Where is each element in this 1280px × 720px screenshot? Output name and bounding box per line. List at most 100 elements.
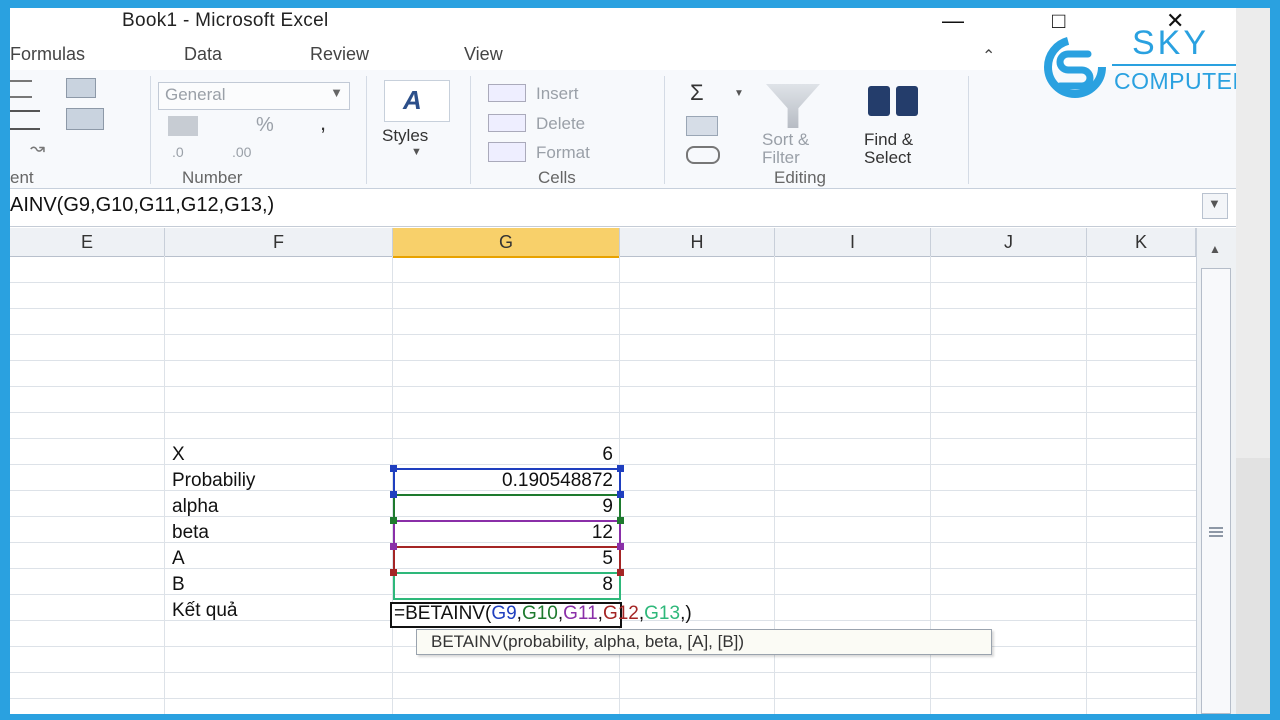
find-select-line1[interactable]: Find & <box>864 130 913 150</box>
styles-label: Styles <box>382 126 429 145</box>
grid-line <box>10 412 1196 413</box>
formula-text[interactable]: AINV(G9,G10,G11,G12,G13,) <box>10 194 274 217</box>
formula-expand-button[interactable]: ▼ <box>1202 193 1228 219</box>
ref-handle[interactable] <box>617 569 624 576</box>
col-header-f[interactable]: F <box>165 228 393 256</box>
indent-icon[interactable] <box>10 110 40 130</box>
ref-box-g9 <box>393 468 621 496</box>
formula-suffix: ) <box>685 603 692 624</box>
number-format-value: General <box>165 85 226 104</box>
comma-button[interactable]: , <box>320 110 326 136</box>
cell-label-b[interactable]: B <box>172 572 185 598</box>
clear-eraser-icon[interactable] <box>686 146 720 164</box>
ref-handle[interactable] <box>390 491 397 498</box>
tab-view[interactable]: View <box>464 44 503 65</box>
styles-button[interactable]: A <box>384 80 450 122</box>
fill-icon[interactable] <box>686 116 718 136</box>
cell-label-beta[interactable]: beta <box>172 520 209 546</box>
alignment-group-label: ent <box>10 168 34 187</box>
insert-icon <box>488 84 526 102</box>
format-button[interactable]: Format <box>536 143 590 163</box>
orientation-icon[interactable]: ↝ <box>30 138 45 159</box>
align-icon[interactable] <box>10 80 32 98</box>
chevron-down-icon: ▼ <box>411 146 422 158</box>
number-group-label: Number <box>182 168 243 187</box>
sort-filter-line2[interactable]: Filter <box>762 148 800 168</box>
function-tooltip[interactable]: BETAINV(probability, alpha, beta, [A], [… <box>416 629 992 655</box>
grid-line <box>10 360 1196 361</box>
grid-line <box>10 672 1196 673</box>
formula-arg-g10: G10 <box>521 603 558 624</box>
help-caret-icon[interactable]: ⌃ <box>982 46 995 66</box>
edit-formula[interactable]: =BETAINV(G9,G10,G11,G12,G13,) <box>394 603 692 625</box>
logo-mark-icon <box>1044 36 1106 98</box>
decrease-decimal-button[interactable]: .00 <box>232 144 251 160</box>
cells-group-label: Cells <box>538 168 576 187</box>
col-header-g[interactable]: G <box>393 228 620 258</box>
grid-line <box>10 438 1196 439</box>
chevron-down-icon: ▼ <box>734 88 744 99</box>
ref-handle[interactable] <box>390 569 397 576</box>
formula-prefix: =BETAINV( <box>394 603 492 624</box>
window-title: Book1 - Microsoft Excel <box>122 10 329 31</box>
merge-center-icon[interactable] <box>66 108 104 130</box>
cell-label-alpha[interactable]: alpha <box>172 494 219 520</box>
ref-handle[interactable] <box>617 517 624 524</box>
sort-filter-line1[interactable]: Sort & <box>762 130 809 150</box>
ref-handle[interactable] <box>617 491 624 498</box>
ref-handle[interactable] <box>617 465 624 472</box>
binoculars-icon <box>868 86 890 116</box>
scroll-thumb[interactable] <box>1201 268 1231 714</box>
minimize-button[interactable]: — <box>942 8 964 34</box>
col-header-e[interactable]: E <box>10 228 165 256</box>
ref-box-g12 <box>393 546 621 574</box>
col-header-i[interactable]: I <box>775 228 931 256</box>
chevron-down-icon: ▼ <box>330 85 343 100</box>
grid-line <box>10 334 1196 335</box>
wrap-text-icon[interactable] <box>66 78 96 98</box>
scroll-up-icon[interactable]: ▲ <box>1209 242 1221 256</box>
chevron-down-icon: ▼ <box>1208 196 1221 211</box>
delete-icon <box>488 114 526 132</box>
cell-label-a[interactable]: A <box>172 546 185 572</box>
currency-icon[interactable] <box>168 116 198 136</box>
tab-formulas[interactable]: Formulas <box>10 44 85 65</box>
formula-arg-g12: G12 <box>602 603 639 624</box>
grid-line <box>10 308 1196 309</box>
sort-filter-icon <box>766 84 820 128</box>
percent-button[interactable]: % <box>256 114 274 137</box>
cell-label-result[interactable]: Kết quả <box>172 598 238 624</box>
insert-button[interactable]: Insert <box>536 84 579 104</box>
col-header-h[interactable]: H <box>620 228 775 256</box>
formula-arg-g11: G11 <box>563 603 598 624</box>
excel-window: Book1 - Microsoft Excel — □ ✕ Formulas D… <box>10 8 1236 714</box>
delete-button[interactable]: Delete <box>536 114 585 134</box>
ref-box-g11 <box>393 520 621 548</box>
ref-handle[interactable] <box>617 543 624 550</box>
tab-review[interactable]: Review <box>310 44 369 65</box>
tab-data[interactable]: Data <box>184 44 222 65</box>
cell-label-probability[interactable]: Probabiliy <box>172 468 255 494</box>
cell-value-x[interactable]: 6 <box>393 442 613 468</box>
desktop-strip <box>1236 8 1270 714</box>
cell-grid[interactable]: X Probabiliy alpha beta A B Kết quả 6 0.… <box>10 256 1196 714</box>
ref-handle[interactable] <box>390 517 397 524</box>
number-format-select[interactable]: General ▼ <box>158 82 350 110</box>
ref-handle[interactable] <box>390 465 397 472</box>
logo-text-computer: COMPUTER <box>1114 68 1236 94</box>
ref-handle[interactable] <box>390 543 397 550</box>
col-header-j[interactable]: J <box>931 228 1087 256</box>
grid-line <box>10 282 1196 283</box>
col-header-k[interactable]: K <box>1087 228 1196 256</box>
formula-arg-g13: G13 <box>644 603 681 624</box>
grid-line <box>10 386 1196 387</box>
binoculars-icon <box>896 86 918 116</box>
autosum-button[interactable]: Σ <box>690 80 704 106</box>
increase-decimal-button[interactable]: .0 <box>172 144 184 160</box>
separator <box>664 76 665 184</box>
active-edit-cell[interactable]: =BETAINV(G9,G10,G11,G12,G13,) <box>390 602 692 628</box>
formula-bar[interactable]: AINV(G9,G10,G11,G12,G13,) ▼ <box>10 190 1236 227</box>
vertical-scrollbar[interactable]: ▲ <box>1196 228 1236 714</box>
cell-label-x[interactable]: X <box>172 442 185 468</box>
find-select-line2[interactable]: Select <box>864 148 911 168</box>
